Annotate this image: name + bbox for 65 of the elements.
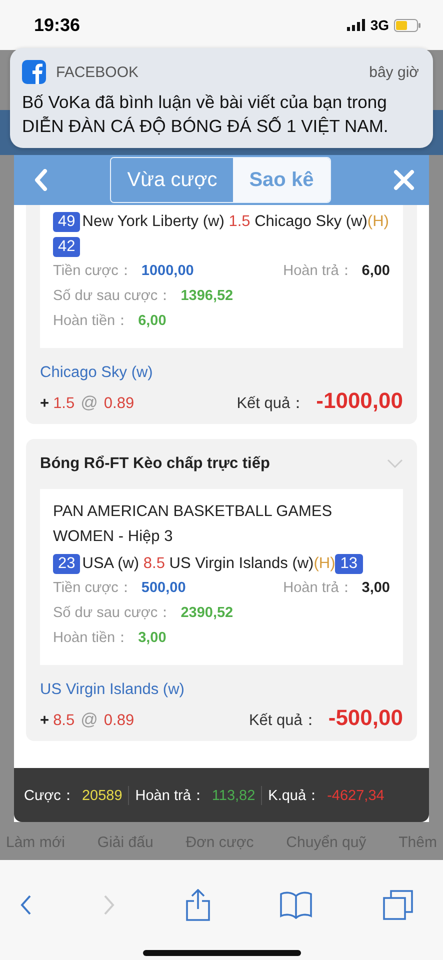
score-badge: 49 [53,212,80,232]
field-label: Số dư sau cược： [53,604,173,623]
picked-team: US Virgin Islands (w) [40,681,186,699]
result-label: Kết quả： [248,711,318,731]
field-label: Tiền cược： [53,262,134,281]
cashback-amount: 3,00 [138,629,166,648]
field-label: Hoàn tiền： [53,312,130,331]
balance-amount: 1396,52 [180,287,234,306]
result-amount: -1000,00 [316,388,403,414]
share-icon[interactable] [186,889,210,921]
team-name: New York Liberty (w) [82,213,224,230]
result-label: Kết quả： [236,394,306,414]
team-name: Chicago Sky (w) [254,213,368,230]
close-icon[interactable] [393,169,415,191]
battery-icon [394,18,421,32]
summary-label: Hoàn trả： [135,786,206,804]
summary-value: 113,82 [212,788,256,804]
clock-time: 19:36 [34,14,80,36]
field-label: Số dư sau cược： [53,287,173,306]
back-chevron-icon[interactable] [34,169,48,191]
book-icon[interactable] [280,891,312,919]
handicap-value: 8.5 [143,555,165,572]
field-label: Hoàn trả： [283,579,354,598]
at-sign: @ [80,393,98,413]
home-marker: (H) [314,555,336,572]
summary-label: Cược： [24,786,76,804]
at-sign: @ [80,710,98,730]
notification-app-name: FACEBOOK [56,64,140,80]
odds-value: 0.89 [104,395,134,413]
handicap-value: 8.5 [53,712,75,730]
score-badge: 23 [53,554,80,574]
summary-label: K.quả： [268,786,322,804]
stake-amount: 500,00 [141,579,186,598]
score-badge: 42 [53,237,80,257]
handicap-sign: + [40,712,50,730]
handicap-value: 1.5 [228,213,250,230]
balance-amount: 2390,52 [180,604,234,623]
bet-type-title: Bóng Rổ-FT Kèo chấp trực tiếp [40,455,270,473]
handicap-value: 1.5 [53,395,75,413]
stake-amount: 1000,00 [141,262,194,281]
home-marker: (H) [367,213,389,230]
tabs-icon[interactable] [383,890,413,920]
refund-amount: 6,00 [362,262,390,281]
picked-team: Chicago Sky (w) [40,364,154,382]
tab[interactable]: Sao kê [233,158,330,202]
team-name: USA (w) [82,555,140,572]
field-label: Hoàn tiền： [53,629,130,648]
score-badge: 13 [335,554,362,574]
handicap-sign: + [40,395,50,413]
network-type: 3G [370,17,389,33]
cashback-amount: 6,00 [138,312,166,331]
odds-value: 0.89 [104,712,134,730]
back-icon[interactable] [20,895,32,915]
signal-bars-icon [347,19,366,31]
facebook-logo-icon [22,60,46,84]
refund-amount: 3,00 [362,579,390,598]
notification-message[interactable]: Bố VoKa đã bình luận về bài viết của bạn trong DIỄN ĐÀN CÁ ĐỘ BÓNG ĐÁ SỐ 1 VIỆT NAM. [22,90,419,138]
team-name: US Virgin Islands (w) [169,555,314,572]
notification-time: bây giờ [369,64,419,80]
field-label: Tiền cược： [53,579,134,598]
summary-value: 20589 [82,788,122,804]
league-name: PAN AMERICAN BASKETBALL GAMES WOMEN - Hiệp 3 [53,502,334,547]
summary-value: -4627,34 [327,788,384,804]
result-amount: -500,00 [328,705,403,731]
field-label: Hoàn trả： [283,262,354,281]
